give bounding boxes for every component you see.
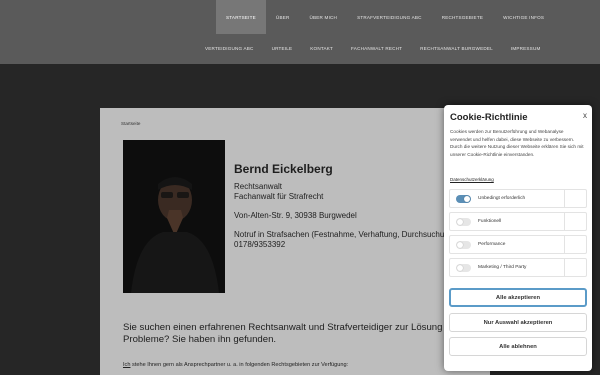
cookie-option-marketing[interactable]: Marketing / Third Party	[449, 258, 587, 277]
nav-item-verteidigung-abc[interactable]: Verteidigung ABC	[196, 42, 263, 54]
privacy-policy-link[interactable]: Datenschutzerklärung	[450, 177, 494, 182]
content-card: Startseite Bernd Eickelberg Rechtsanwalt…	[100, 108, 490, 375]
cookie-consent-dialog: Cookie-Richtlinie x Cookies werden zur B…	[444, 105, 592, 371]
accept-all-button[interactable]: Alle akzeptieren	[449, 288, 587, 307]
functional-toggle[interactable]	[456, 217, 471, 226]
portrait-illustration	[123, 140, 225, 293]
intro-text: stehe Ihnen gern als Ansprechpartner u. …	[130, 362, 349, 368]
lead-line-1: Sie suchen einen erfahrenen Rechtsanwalt…	[123, 322, 465, 333]
cookie-title: Cookie-Richtlinie	[450, 112, 528, 123]
nav-item-ueber[interactable]: Über	[266, 0, 300, 34]
lead-line-2: Probleme? Sie haben ihn gefunden.	[123, 334, 277, 345]
nav-item-startseite[interactable]: Startseite	[216, 0, 266, 34]
necessary-toggle[interactable]	[456, 194, 471, 203]
performance-toggle[interactable]	[456, 240, 471, 249]
nav-item-fachanwalt-recht[interactable]: Fachanwalt Recht	[342, 42, 411, 54]
expand-chevron-icon[interactable]	[564, 190, 586, 207]
option-label: Marketing / Third Party	[478, 265, 527, 270]
close-icon[interactable]: x	[583, 111, 587, 120]
cookie-option-functional[interactable]: Funktionell	[449, 212, 587, 231]
lead-text: Sie suchen einen erfahrenen Rechtsanwalt…	[123, 322, 483, 346]
reject-all-button[interactable]: Alle ablehnen	[449, 337, 587, 356]
cookie-option-necessary[interactable]: Unbedingt erforderlich	[449, 189, 587, 208]
cookie-description: Cookies werden zur Benutzerführung und W…	[450, 129, 584, 157]
option-label: Performance	[478, 242, 506, 247]
main-nav: Startseite Über Über mich Strafverteidig…	[216, 0, 554, 34]
lawyer-portrait-photo	[123, 140, 225, 293]
breadcrumb[interactable]: Startseite	[121, 121, 140, 126]
nav-item-rechtsgebiete[interactable]: Rechtsgebiete	[432, 0, 493, 34]
marketing-toggle[interactable]	[456, 263, 471, 272]
expand-chevron-icon[interactable]	[564, 213, 586, 230]
option-label: Unbedingt erforderlich	[478, 196, 526, 201]
nav-item-impressum[interactable]: Impressum	[502, 42, 550, 54]
accept-selection-button[interactable]: Nur Auswahl akzeptieren	[449, 313, 587, 332]
expand-chevron-icon[interactable]	[564, 259, 586, 276]
nav-item-ueber-mich[interactable]: Über mich	[300, 0, 348, 34]
option-label: Funktionell	[478, 219, 502, 224]
nav-item-kontakt[interactable]: Kontakt	[301, 42, 342, 54]
nav-item-rechtsanwalt-burgwedel[interactable]: Rechtsanwalt Burgwedel	[411, 42, 502, 54]
cookie-option-performance[interactable]: Performance	[449, 235, 587, 254]
nav-item-strafverteidigung-abc[interactable]: Strafverteidigung ABC	[347, 0, 432, 34]
intro-paragraph: Ich stehe Ihnen gern als Ansprechpartner…	[123, 362, 348, 368]
site-header: Startseite Über Über mich Strafverteidig…	[0, 0, 600, 64]
nav-item-wichtige-infos[interactable]: Wichtige Infos	[493, 0, 554, 34]
expand-chevron-icon[interactable]	[564, 236, 586, 253]
nav-item-urteile[interactable]: Urteile	[263, 42, 302, 54]
sub-nav: Verteidigung ABC Urteile Kontakt Fachanw…	[196, 42, 550, 54]
